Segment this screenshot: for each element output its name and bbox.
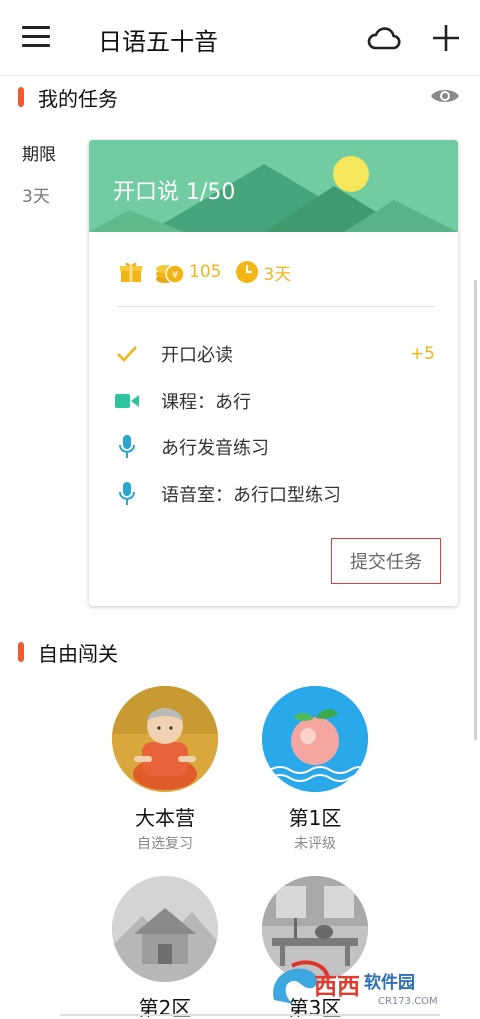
microphone-icon — [115, 482, 139, 506]
check-icon — [115, 342, 139, 366]
eye-icon[interactable] — [430, 86, 460, 106]
task-card[interactable]: 开口说 1/50 ¥ 105 3天 开口必读 +5 课程：あ行 あ行发音练习 语… — [89, 140, 458, 606]
task-item-label: 语音室：あ行口型练习 — [161, 485, 341, 506]
bottom-divider — [60, 1014, 440, 1016]
level-avatar — [262, 686, 368, 792]
free-section-title: 自由闯关 — [38, 641, 118, 666]
level-sub: 自选复习 — [137, 836, 193, 852]
task-points: +5 — [409, 344, 435, 364]
deadline-value: 3天 — [22, 187, 50, 207]
deadline-label: 期限 — [22, 145, 56, 165]
svg-text:CR173.COM: CR173.COM — [378, 996, 438, 1007]
watermark-logo: 西西 软件园 CR173.COM — [268, 960, 464, 1012]
cloud-icon[interactable] — [366, 24, 402, 54]
task-item-course[interactable]: 课程：あ行 — [115, 386, 435, 416]
scrollbar[interactable] — [474, 280, 477, 740]
microphone-icon — [115, 435, 139, 459]
task-item-label: あ行发音练习 — [161, 438, 269, 459]
task-item-practice[interactable]: あ行发音练习 — [115, 432, 435, 462]
task-banner: 开口说 1/50 — [89, 140, 458, 232]
section-accent-bar — [18, 642, 24, 662]
clock-icon — [236, 261, 259, 283]
section-accent-bar — [18, 87, 24, 107]
task-item-label: 课程：あ行 — [161, 392, 251, 413]
svg-text:¥: ¥ — [172, 270, 178, 281]
tasks-section-header: 我的任务 — [18, 82, 118, 112]
svg-text:西西: 西西 — [314, 974, 360, 1000]
task-item-read[interactable]: 开口必读 +5 — [115, 339, 435, 369]
hamburger-icon[interactable] — [22, 26, 50, 48]
tasks-section-title: 我的任务 — [38, 86, 118, 111]
level-name: 大本营 — [135, 806, 195, 830]
level-name: 第1区 — [288, 806, 342, 830]
level-sub: 未评级 — [294, 836, 336, 852]
svg-text:软件园: 软件园 — [364, 972, 415, 993]
gift-icon — [120, 262, 142, 282]
days-value: 3天 — [263, 264, 292, 285]
level-avatar — [112, 686, 218, 792]
level-zone-2[interactable]: 第2区 — [105, 876, 225, 1019]
level-zone-1[interactable]: 第1区 未评级 — [255, 686, 375, 853]
task-title: 开口说 1/50 — [113, 180, 236, 205]
app-title: 日语五十音 — [98, 28, 218, 56]
task-stats: ¥ 105 3天 — [119, 258, 305, 286]
app-bar: 日语五十音 — [0, 0, 480, 76]
task-item-voice-room[interactable]: 语音室：あ行口型练习 — [115, 479, 435, 509]
coins-value: 105 — [189, 262, 222, 282]
video-camera-icon — [115, 389, 139, 413]
coin-icon: ¥ — [156, 264, 185, 284]
level-base-camp[interactable]: 大本营 自选复习 — [105, 686, 225, 853]
level-avatar — [112, 876, 218, 982]
task-item-label: 开口必读 — [161, 345, 233, 366]
free-section-header: 自由闯关 — [18, 637, 118, 667]
plus-icon[interactable] — [430, 22, 462, 54]
card-divider — [117, 306, 435, 307]
submit-task-button[interactable]: 提交任务 — [331, 538, 441, 584]
